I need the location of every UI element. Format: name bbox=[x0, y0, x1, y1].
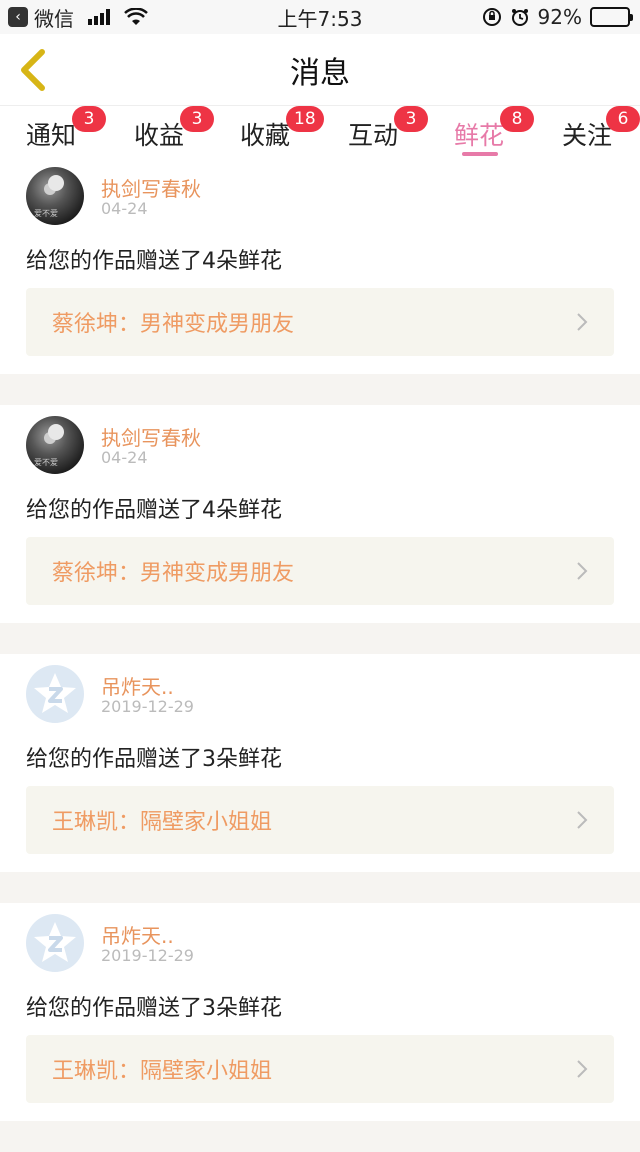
status-right: 92% bbox=[482, 0, 633, 34]
avatar-flower-graphic bbox=[48, 424, 64, 440]
chevron-right-icon bbox=[577, 562, 588, 580]
username[interactable]: 吊炸天.. bbox=[101, 671, 174, 700]
tab-notice[interactable]: 通知 3 bbox=[26, 106, 106, 152]
tab-earnings[interactable]: 收益 3 bbox=[134, 106, 214, 152]
tab-label: 收益 bbox=[134, 121, 185, 150]
list-item: 吊炸天.. 2019-12-29 给您的作品赠送了3朵鲜花 王琳凯：隔壁家小姐姐 bbox=[0, 903, 640, 1121]
work-link[interactable]: 王琳凯：隔壁家小姐姐 bbox=[26, 1035, 614, 1103]
tab-flowers[interactable]: 鲜花 8 bbox=[454, 106, 534, 152]
chevron-right-icon bbox=[577, 313, 588, 331]
message-text: 给您的作品赠送了4朵鲜花 bbox=[26, 498, 282, 523]
avatar-caption: 爱不爱 bbox=[34, 458, 58, 467]
username[interactable]: 执剑写春秋 bbox=[101, 422, 201, 451]
battery-percent: 92% bbox=[537, 5, 582, 29]
work-title: 蔡徐坤：男神变成男朋友 bbox=[52, 561, 295, 586]
tab-badge: 3 bbox=[72, 106, 106, 132]
tab-favorites[interactable]: 收藏 18 bbox=[240, 106, 324, 152]
work-title: 蔡徐坤：男神变成男朋友 bbox=[52, 312, 295, 337]
work-title: 王琳凯：隔壁家小姐姐 bbox=[52, 810, 273, 835]
back-arrow-icon[interactable] bbox=[14, 48, 54, 92]
list-item: 爱不爱 执剑写春秋 04-24 给您的作品赠送了4朵鲜花 蔡徐坤：男神变成男朋友 bbox=[0, 156, 640, 374]
chevron-right-icon bbox=[577, 811, 588, 829]
avatar[interactable]: 爱不爱 bbox=[26, 167, 84, 225]
alarm-icon bbox=[510, 7, 530, 27]
page-title: 消息 bbox=[290, 55, 350, 91]
tab-label: 关注 bbox=[562, 121, 613, 150]
date: 04-24 bbox=[101, 199, 148, 218]
message-text: 给您的作品赠送了3朵鲜花 bbox=[26, 747, 282, 772]
work-link[interactable]: 王琳凯：隔壁家小姐姐 bbox=[26, 786, 614, 854]
tab-badge: 3 bbox=[180, 106, 214, 132]
avatar[interactable] bbox=[26, 665, 84, 723]
orientation-lock-icon bbox=[482, 7, 502, 27]
tab-label: 收藏 bbox=[240, 121, 291, 150]
status-bar: ‹ 微信 上午7:53 92% bbox=[0, 0, 640, 34]
work-title: 王琳凯：隔壁家小姐姐 bbox=[52, 1059, 273, 1084]
battery-icon bbox=[590, 7, 633, 27]
list-item: 爱不爱 执剑写春秋 04-24 给您的作品赠送了4朵鲜花 蔡徐坤：男神变成男朋友 bbox=[0, 405, 640, 623]
message-text: 给您的作品赠送了4朵鲜花 bbox=[26, 249, 282, 274]
tab-label: 互动 bbox=[348, 121, 399, 150]
message-text: 给您的作品赠送了3朵鲜花 bbox=[26, 996, 282, 1021]
avatar[interactable]: 爱不爱 bbox=[26, 416, 84, 474]
chevron-right-icon bbox=[577, 1060, 588, 1078]
flower-message-list: 爱不爱 执剑写春秋 04-24 给您的作品赠送了4朵鲜花 蔡徐坤：男神变成男朋友… bbox=[0, 156, 640, 1152]
avatar[interactable] bbox=[26, 914, 84, 972]
tab-label: 通知 bbox=[26, 121, 77, 150]
work-link[interactable]: 蔡徐坤：男神变成男朋友 bbox=[26, 537, 614, 605]
nav-bar: 消息 bbox=[0, 34, 640, 106]
tab-label: 鲜花 bbox=[454, 121, 505, 150]
date: 04-24 bbox=[101, 448, 148, 467]
avatar-caption: 爱不爱 bbox=[34, 209, 58, 218]
date: 2019-12-29 bbox=[101, 697, 194, 716]
avatar-flower-graphic bbox=[48, 175, 64, 191]
tab-badge: 6 bbox=[606, 106, 640, 132]
tab-badge: 8 bbox=[500, 106, 534, 132]
date: 2019-12-29 bbox=[101, 946, 194, 965]
default-avatar-icon bbox=[34, 922, 76, 962]
tab-interactions[interactable]: 互动 3 bbox=[348, 106, 428, 152]
default-avatar-icon bbox=[34, 673, 76, 713]
username[interactable]: 执剑写春秋 bbox=[101, 173, 201, 202]
list-item: 吊炸天.. 2019-12-29 给您的作品赠送了3朵鲜花 王琳凯：隔壁家小姐姐 bbox=[0, 654, 640, 872]
tab-bar: 通知 3 收益 3 收藏 18 互动 3 鲜花 8 关注 6 bbox=[0, 106, 640, 156]
tab-follows[interactable]: 关注 6 bbox=[562, 106, 640, 152]
tab-badge: 3 bbox=[394, 106, 428, 132]
tab-badge: 18 bbox=[286, 106, 324, 132]
work-link[interactable]: 蔡徐坤：男神变成男朋友 bbox=[26, 288, 614, 356]
username[interactable]: 吊炸天.. bbox=[101, 920, 174, 949]
